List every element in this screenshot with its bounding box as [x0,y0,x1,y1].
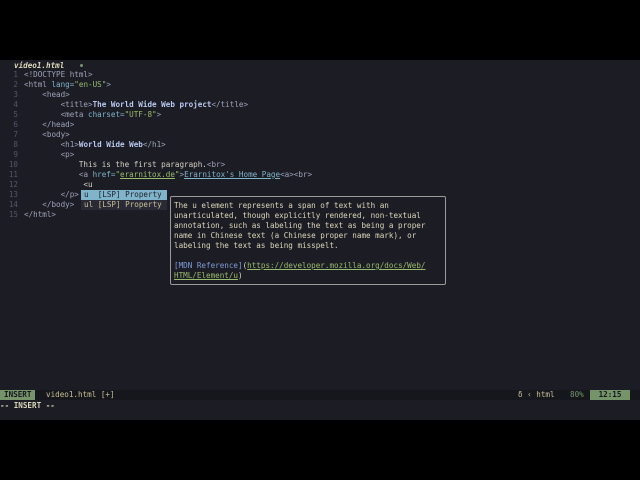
line-number: 12 [8,180,18,189]
line-number: 14 [8,200,18,209]
status-line: INSERT video1.html [+] δ ‹ html 80% 12:1… [0,390,640,400]
documentation-popup: The u element represents a span of text … [170,196,446,285]
line-text: <u [24,180,93,190]
code-token: charset= [88,110,125,119]
code-token: <a><br> [280,170,313,179]
mode-indicator: INSERT [0,390,36,400]
line-number: 15 [8,210,18,219]
code-token: <html [24,80,52,89]
completion-menu[interactable]: u [LSP] Property ul [LSP] Property [81,190,167,210]
line-text: <title>The World Wide Web project</title… [24,100,248,110]
code-token: </p> [60,190,79,199]
line-text: <html lang="en-US"> [24,80,111,90]
code-token: Erarnitox's Home Page [184,170,281,179]
line-text: This is the first paragraph.<br> [24,160,225,170]
code-token: <br> [206,160,226,169]
line-text: </html> [24,210,56,220]
line-number: 10 [8,160,18,169]
line-text: </head> [24,120,74,130]
line-number: 13 [8,190,18,199]
line-text: </body> [24,200,74,210]
doc-ref-label: [MDN Reference] [174,261,243,270]
code-token: <a [78,170,93,179]
paren: ) [238,271,243,280]
code-token: <body> [42,130,70,139]
status-filetype: δ ‹ html [518,390,555,399]
command-line[interactable]: -- INSERT -- [0,401,55,411]
line-number: 2 [13,80,18,89]
code-token: > [156,110,162,119]
code-token: <meta [60,110,89,119]
doc-text: The u element represents a span of text … [174,201,426,250]
code-token: erarnitox.de [120,170,175,179]
status-position: 12:15 [590,390,630,400]
code-token: <head> [42,90,70,99]
code-token: "en-US" [74,80,107,89]
line-text: <head> [24,90,70,100]
code-token: </html> [24,210,57,219]
completion-item[interactable]: ul [LSP] Property [81,200,167,210]
code-token: <title> [60,100,93,109]
line-text: </p> [24,190,79,200]
line-number: 5 [13,110,18,119]
code-token: > [106,80,111,89]
line-text: <meta charset="UTF-8"> [24,110,162,120]
line-text: <a href="erarnitox.de">Erarnitox's Home … [24,170,312,180]
line-number: 9 [13,150,18,159]
line-text: <h1>World Wide Web</h1> [24,140,166,150]
code-token: <!DOCTYPE html> [24,70,93,79]
line-text: <p> [24,150,75,160]
line-number: 11 [8,170,18,179]
code-token: lang= [51,80,75,89]
line-text: <!DOCTYPE html> [24,70,93,80]
completion-item[interactable]: u [LSP] Property [81,190,167,200]
code-token: </h1> [142,140,166,149]
code-token: <p> [60,150,75,159]
code-token: The World Wide Web project [92,100,212,109]
code-token: </body> [42,200,75,209]
line-number: 7 [13,130,18,139]
status-filename: video1.html [+] [46,390,115,399]
modified-dot-icon [80,64,83,67]
code-token: href= [92,170,116,179]
code-token: </head> [42,120,75,129]
code-token: </title> [211,100,249,109]
line-text: <body> [24,130,70,140]
code-token: <u [24,180,93,189]
code-token: "UTF-8" [124,110,157,119]
line-number: 4 [13,100,18,109]
line-number: 6 [13,120,18,129]
line-number: 1 [13,70,18,79]
line-number: 3 [13,90,18,99]
code-token: World Wide Web [78,140,143,149]
code-token: <h1> [60,140,79,149]
status-percent: 80% [570,390,584,399]
line-number: 8 [13,140,18,149]
code-token: This is the first paragraph. [24,160,207,169]
editor-screen: video1.html 1 <!DOCTYPE html> 2 <html lang=… [0,60,640,420]
